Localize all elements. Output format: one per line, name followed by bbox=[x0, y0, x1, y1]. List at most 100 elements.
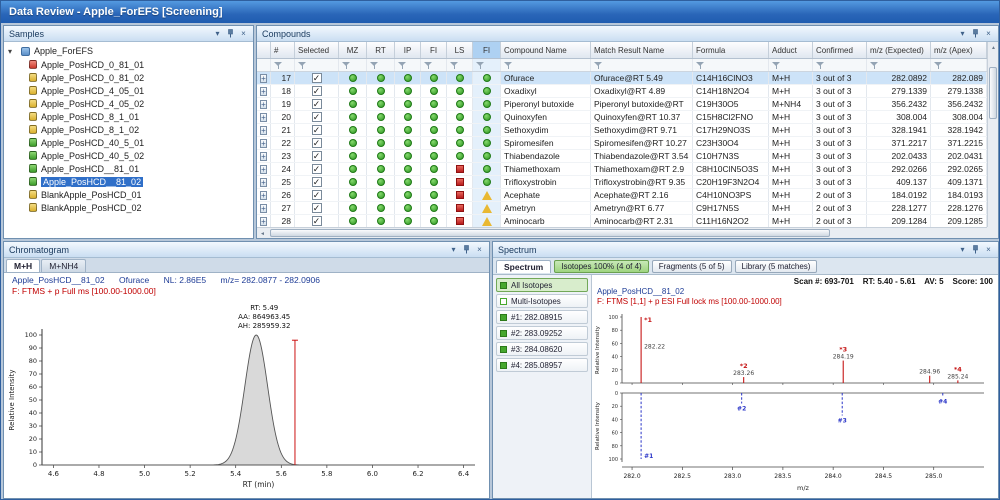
expand-row-icon[interactable]: + bbox=[260, 151, 267, 161]
column-header-m-z-apex[interactable]: m/z (Apex) bbox=[931, 42, 987, 58]
compound-row[interactable]: +19 ✓ Piperonyl butoxide Piperonyl butoxide… bbox=[257, 98, 987, 111]
filter-cell-adduct[interactable] bbox=[769, 59, 813, 71]
pin-icon[interactable] bbox=[969, 244, 982, 256]
filter-cell-m-z-apex[interactable] bbox=[931, 59, 987, 71]
filter-funnel-icon[interactable] bbox=[696, 61, 705, 69]
filter-cell-mz[interactable] bbox=[339, 59, 367, 71]
compound-row[interactable]: +23 ✓ Thiabendazole Thiabendazole@RT 3.54 C1… bbox=[257, 150, 987, 163]
compound-row[interactable]: +20 ✓ Quinoxyfen Quinoxyfen@RT 10.37 C15H8Cl… bbox=[257, 111, 987, 124]
column-header-formula[interactable]: Formula bbox=[693, 42, 769, 58]
filter-funnel-icon[interactable] bbox=[476, 61, 485, 69]
filter-cell-col[interactable] bbox=[271, 59, 295, 71]
column-header-compound-name[interactable]: Compound Name bbox=[501, 42, 591, 58]
filter-cell-ls[interactable] bbox=[447, 59, 473, 71]
horizontal-scrollbar[interactable]: ◄ bbox=[257, 227, 987, 238]
column-header-m-z-expected[interactable]: m/z (Expected) bbox=[867, 42, 931, 58]
sample-item[interactable]: Apple_PosHCD__81_02 bbox=[8, 175, 253, 188]
compound-row[interactable]: +21 ✓ Sethoxydim Sethoxydim@RT 9.71 C17H29NO… bbox=[257, 124, 987, 137]
spectrum-plot[interactable]: 282.0 282.5 283.0 283.5 284.0 284.5 285.0 m/z 0 0… bbox=[592, 307, 996, 493]
isotope-item[interactable]: #3: 284.08620 bbox=[496, 342, 588, 356]
filter-cell-compound-name[interactable] bbox=[501, 59, 591, 71]
selected-checkbox[interactable]: ✓ bbox=[311, 138, 322, 148]
sample-item[interactable]: Apple_PosHCD_40_5_02 bbox=[8, 149, 253, 162]
column-header-selected[interactable]: Selected bbox=[295, 42, 339, 58]
compound-row[interactable]: +27 ✓ Ametryn Ametryn@RT 6.77 C9H17N5S M+H 2 o… bbox=[257, 202, 987, 215]
expand-row-icon[interactable]: + bbox=[260, 138, 267, 148]
sample-item[interactable]: Apple_PosHCD_40_5_01 bbox=[8, 136, 253, 149]
expand-row-icon[interactable]: + bbox=[260, 112, 267, 122]
filter-cell-confirmed[interactable] bbox=[813, 59, 867, 71]
selected-checkbox[interactable]: ✓ bbox=[311, 151, 322, 161]
pin-icon[interactable] bbox=[969, 28, 982, 40]
selected-checkbox[interactable]: ✓ bbox=[311, 99, 322, 109]
selected-checkbox[interactable]: ✓ bbox=[311, 216, 322, 226]
compound-row[interactable]: +28 ✓ Aminocarb Aminocarb@RT 2.31 C11H16N2O2… bbox=[257, 215, 987, 227]
sample-item[interactable]: Apple_PosHCD__81_01 bbox=[8, 162, 253, 175]
pin-icon[interactable] bbox=[460, 244, 473, 256]
scrollbar-thumb[interactable] bbox=[270, 229, 830, 237]
sample-item[interactable]: BlankApple_PosHCD_02 bbox=[8, 201, 253, 214]
isotopes-button[interactable]: Isotopes 100% (4 of 4) bbox=[554, 259, 649, 273]
column-header-fi[interactable]: FI bbox=[473, 42, 501, 58]
scroll-left-icon[interactable]: ◄ bbox=[257, 228, 268, 238]
filter-cell-rt[interactable] bbox=[367, 59, 395, 71]
filter-cell-fi[interactable] bbox=[473, 59, 501, 71]
expand-row-icon[interactable]: + bbox=[260, 203, 267, 213]
vertical-scrollbar[interactable]: ▲ bbox=[987, 42, 998, 227]
filter-funnel-icon[interactable] bbox=[870, 61, 879, 69]
filter-funnel-icon[interactable] bbox=[594, 61, 603, 69]
column-header-adduct[interactable]: Adduct bbox=[769, 42, 813, 58]
selected-checkbox[interactable]: ✓ bbox=[311, 86, 322, 96]
close-icon[interactable]: × bbox=[473, 244, 486, 256]
filter-cell-selected[interactable] bbox=[295, 59, 339, 71]
sample-item[interactable]: Apple_PosHCD_4_05_02 bbox=[8, 97, 253, 110]
expand-row-icon[interactable]: + bbox=[260, 190, 267, 200]
column-header-expander[interactable] bbox=[257, 42, 271, 58]
expand-row-icon[interactable]: + bbox=[260, 86, 267, 96]
compound-row[interactable]: +17 ✓ Ofurace Ofurace@RT 5.49 C14H16ClNO3 M+H… bbox=[257, 72, 987, 85]
filter-cell-match-result-name[interactable] bbox=[591, 59, 693, 71]
tab-m-plus-nh4[interactable]: M+NH4 bbox=[41, 259, 87, 272]
column-header-col[interactable]: # bbox=[271, 42, 295, 58]
sample-item[interactable]: BlankApple_PosHCD_01 bbox=[8, 188, 253, 201]
expand-row-icon[interactable]: + bbox=[260, 73, 267, 83]
selected-checkbox[interactable]: ✓ bbox=[311, 112, 322, 122]
compound-row[interactable]: +22 ✓ Spiromesifen Spiromesifen@RT 10.27 C23… bbox=[257, 137, 987, 150]
expand-row-icon[interactable]: + bbox=[260, 164, 267, 174]
panel-menu-icon[interactable]: ▾ bbox=[956, 244, 969, 256]
compound-row[interactable]: +26 ✓ Acephate Acephate@RT 2.16 C4H10NO3PS M+… bbox=[257, 189, 987, 202]
expand-row-icon[interactable]: + bbox=[260, 99, 267, 109]
samples-root-row[interactable]: ▾ Apple_ForEFS bbox=[8, 44, 253, 58]
column-header-ip[interactable]: IP bbox=[395, 42, 421, 58]
filter-cell-fi[interactable] bbox=[421, 59, 447, 71]
selected-checkbox[interactable]: ✓ bbox=[311, 203, 322, 213]
sample-item[interactable]: Apple_PosHCD_8_1_02 bbox=[8, 123, 253, 136]
compound-row[interactable]: +24 ✓ Thiamethoxam Thiamethoxam@RT 2.9 C8H10… bbox=[257, 163, 987, 176]
close-icon[interactable]: × bbox=[982, 244, 995, 256]
filter-funnel-icon[interactable] bbox=[398, 61, 407, 69]
filter-cell-expander[interactable] bbox=[257, 59, 271, 71]
tab-m-plus-h[interactable]: M+H bbox=[6, 259, 41, 272]
panel-menu-icon[interactable]: ▾ bbox=[956, 28, 969, 40]
panel-menu-icon[interactable]: ▾ bbox=[447, 244, 460, 256]
filter-funnel-icon[interactable] bbox=[772, 61, 781, 69]
isotope-item[interactable]: #2: 283.09252 bbox=[496, 326, 588, 340]
chromatogram-plot[interactable]: 0 10 20 30 40 50 60 70 80 90 100 4.6 4.8 5.0 5.2 5.4 5.6… bbox=[4, 297, 489, 495]
expand-row-icon[interactable]: + bbox=[260, 125, 267, 135]
filter-funnel-icon[interactable] bbox=[274, 61, 283, 69]
compound-row[interactable]: +25 ✓ Trifloxystrobin Trifloxystrobin@RT 9.… bbox=[257, 176, 987, 189]
filter-funnel-icon[interactable] bbox=[424, 61, 433, 69]
library-button[interactable]: Library (5 matches) bbox=[734, 259, 818, 273]
sample-item[interactable]: Apple_PosHCD_4_05_01 bbox=[8, 84, 253, 97]
expand-row-icon[interactable]: + bbox=[260, 216, 267, 226]
scroll-up-icon[interactable]: ▲ bbox=[988, 42, 998, 53]
sample-item[interactable]: Apple_PosHCD_8_1_01 bbox=[8, 110, 253, 123]
close-icon[interactable]: × bbox=[982, 28, 995, 40]
expand-row-icon[interactable]: + bbox=[260, 177, 267, 187]
column-header-fi[interactable]: FI bbox=[421, 42, 447, 58]
isotope-item[interactable]: All Isotopes bbox=[496, 278, 588, 292]
sample-item[interactable]: Apple_PosHCD_0_81_01 bbox=[8, 58, 253, 71]
column-header-ls[interactable]: LS bbox=[447, 42, 473, 58]
filter-funnel-icon[interactable] bbox=[934, 61, 943, 69]
isotope-item[interactable]: Multi-Isotopes bbox=[496, 294, 588, 308]
